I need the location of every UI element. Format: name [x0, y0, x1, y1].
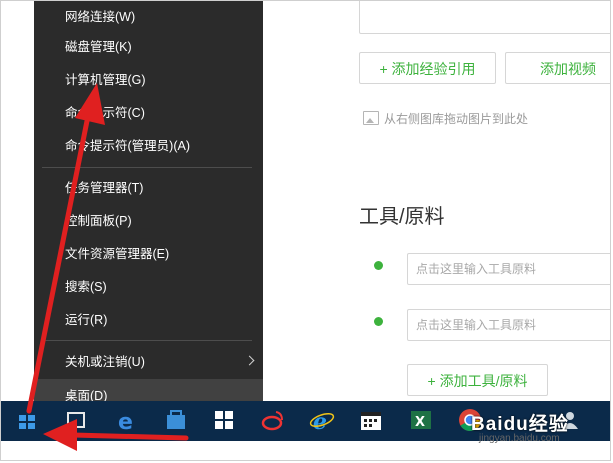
shutdown-label: 关机或注销(U) — [65, 355, 145, 369]
task-view-icon[interactable] — [63, 407, 89, 433]
svg-text:e: e — [118, 410, 133, 433]
tool-input-1[interactable]: 点击这里输入工具原料 — [407, 253, 610, 285]
svg-text:X: X — [415, 415, 425, 430]
add-video-button[interactable]: 添加视频 — [505, 52, 610, 84]
menu-item-task-manager[interactable]: 任务管理器(T) — [34, 172, 263, 204]
add-reference-button[interactable]: + 添加经验引用 — [359, 52, 496, 84]
menu-item-desktop[interactable]: 桌面(D) — [34, 379, 263, 403]
tool-input-2[interactable]: 点击这里输入工具原料 — [407, 309, 610, 341]
store-icon[interactable] — [163, 407, 189, 433]
edge-icon[interactable]: e — [114, 407, 140, 433]
windows-start-icon — [19, 415, 35, 429]
menu-item-search[interactable]: 搜索(S) — [34, 271, 263, 303]
bullet-dot — [374, 317, 383, 326]
drag-hint-text: 从右侧图库拖动图片到此处 — [384, 112, 529, 126]
windows-logo-icon[interactable] — [211, 407, 237, 433]
drag-image-hint: 从右侧图库拖动图片到此处 — [363, 109, 528, 129]
add-tool-button[interactable]: + 添加工具/原料 — [407, 364, 548, 396]
editor-page: + 添加经验引用 添加视频 从右侧图库拖动图片到此处 工具/原料 点击这里输入工… — [263, 1, 610, 400]
screenshot-frame: + 添加经验引用 添加视频 从右侧图库拖动图片到此处 工具/原料 点击这里输入工… — [0, 0, 611, 461]
weibo-icon[interactable] — [260, 407, 286, 433]
start-button[interactable] — [1, 401, 51, 441]
menu-item-computer-management[interactable]: 计算机管理(G) — [34, 64, 263, 96]
menu-item-command-prompt[interactable]: 命令提示符(C) — [34, 97, 263, 129]
menu-item-network-connections[interactable]: 网络连接(W) — [34, 1, 263, 33]
svg-text:e: e — [313, 409, 327, 433]
excel-icon[interactable]: X — [408, 407, 434, 433]
winx-context-menu: 网络连接(W) 磁盘管理(K) 计算机管理(G) 命令提示符(C) 命令提示符(… — [34, 1, 263, 403]
bullet-dot — [374, 261, 383, 270]
image-icon — [363, 111, 379, 125]
text-field[interactable] — [359, 1, 610, 34]
menu-separator — [42, 340, 252, 341]
baidu-watermark-url: jingyan.baidu.com — [479, 433, 560, 444]
baidu-watermark: Baidu经验 — [471, 414, 569, 435]
menu-item-disk-management[interactable]: 磁盘管理(K) — [34, 31, 263, 63]
chevron-right-icon — [244, 355, 255, 366]
menu-item-control-panel[interactable]: 控制面板(P) — [34, 205, 263, 237]
menu-separator — [42, 167, 252, 168]
tools-section-title: 工具/原料 — [359, 206, 445, 228]
calendar-icon[interactable] — [358, 407, 384, 433]
menu-item-command-prompt-admin[interactable]: 命令提示符(管理员)(A) — [34, 130, 263, 162]
ie-icon[interactable]: e — [309, 407, 335, 433]
menu-item-file-explorer[interactable]: 文件资源管理器(E) — [34, 238, 263, 270]
menu-item-run[interactable]: 运行(R) — [34, 304, 263, 336]
menu-item-shutdown-signout[interactable]: 关机或注销(U) — [34, 346, 263, 378]
